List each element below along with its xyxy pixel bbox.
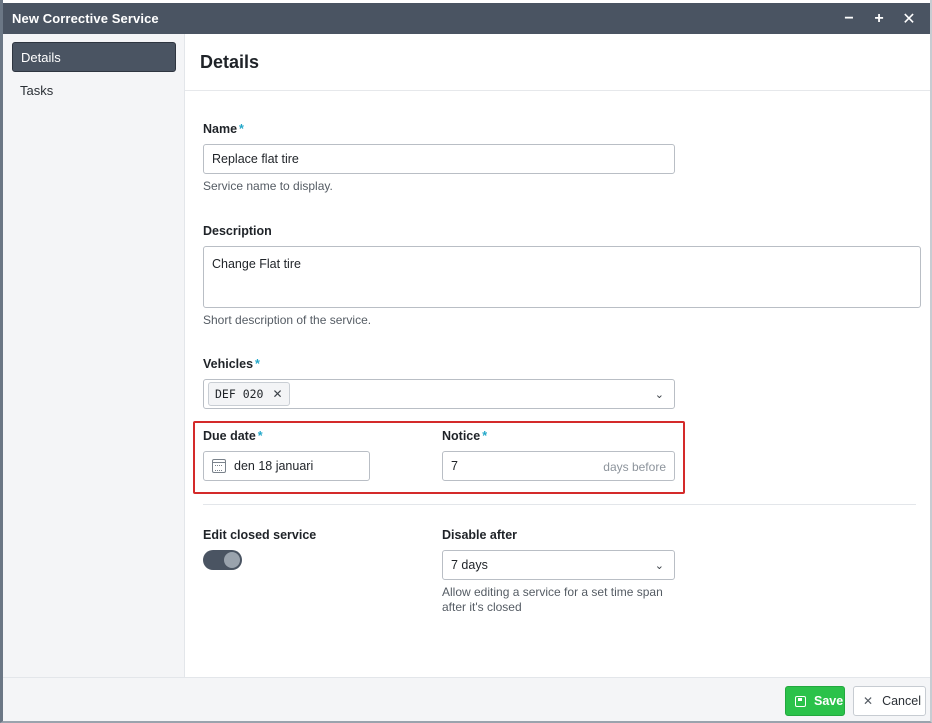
notice-value: 7: [451, 459, 458, 473]
required-marker: *: [239, 122, 244, 136]
page-title: Details: [200, 52, 260, 72]
title-bar[interactable]: New Corrective Service − + ✕: [3, 3, 930, 34]
main-header: Details: [185, 34, 930, 91]
save-label: Save: [814, 694, 844, 708]
vehicles-label-text: Vehicles: [203, 357, 254, 371]
vehicle-chip-label: DEF 020: [215, 387, 264, 401]
vehicles-label: Vehicles *: [203, 357, 260, 371]
name-label-text: Name: [203, 122, 238, 136]
cancel-button[interactable]: ✕ Cancel: [853, 686, 926, 716]
chevron-down-icon[interactable]: ⌄: [655, 388, 664, 401]
sidebar-item-details[interactable]: Details: [12, 42, 176, 72]
edit-closed-label: Edit closed service: [203, 528, 317, 542]
name-label: Name *: [203, 122, 244, 136]
vehicle-chip: DEF 020 ✕: [208, 382, 290, 406]
due-date-label-text: Due date: [203, 429, 256, 443]
due-date-value: den 18 januari: [234, 459, 314, 473]
notice-label: Notice *: [442, 429, 487, 443]
save-icon: [795, 695, 806, 707]
name-field[interactable]: Replace flat tire: [203, 144, 675, 174]
required-marker: *: [482, 429, 488, 443]
sidebar-item-tasks[interactable]: Tasks: [12, 75, 176, 105]
cancel-label: Cancel: [882, 694, 921, 708]
notice-field[interactable]: 7 days before: [442, 451, 675, 481]
due-date-field[interactable]: den 18 januari: [203, 451, 370, 481]
sidebar-item-label: Details: [21, 49, 61, 65]
toggle-knob: [224, 552, 240, 568]
calendar-icon: [212, 459, 226, 473]
edit-closed-toggle[interactable]: [203, 550, 242, 570]
name-value: Replace flat tire: [212, 152, 299, 166]
chip-remove-icon[interactable]: ✕: [272, 387, 282, 401]
close-icon: ✕: [863, 694, 874, 708]
required-marker: *: [257, 429, 263, 443]
minimize-button[interactable]: −: [834, 3, 864, 34]
due-date-label: Due date *: [203, 429, 263, 443]
description-field[interactable]: Change Flat tire: [203, 246, 921, 308]
main-panel: Details Name * Replace flat tire Service …: [185, 34, 930, 677]
required-marker: *: [255, 357, 260, 371]
section-divider: [203, 504, 916, 505]
window-title: New Corrective Service: [12, 11, 159, 26]
disable-after-select[interactable]: 7 days ⌄: [442, 550, 675, 580]
vehicles-select[interactable]: DEF 020 ✕ ⌄: [203, 379, 675, 409]
save-button[interactable]: Save: [785, 686, 845, 716]
dialog-window: New Corrective Service − + ✕ Details Tas…: [0, 0, 932, 723]
close-button[interactable]: ✕: [894, 3, 924, 34]
description-label: Description: [203, 224, 272, 238]
notice-suffix: days before: [603, 460, 666, 474]
disable-after-help-line1: Allow editing a service for a set time s…: [442, 585, 663, 599]
disable-after-value: 7 days: [451, 558, 488, 572]
description-help: Short description of the service.: [203, 313, 372, 327]
window-controls: − + ✕: [834, 3, 924, 34]
footer-bar: Save ✕ Cancel: [3, 677, 930, 721]
sidebar-item-label: Tasks: [20, 82, 54, 98]
sidebar: Details Tasks: [3, 34, 185, 677]
notice-label-text: Notice: [442, 429, 481, 443]
disable-after-help-line2: after it's closed: [442, 600, 522, 614]
maximize-button[interactable]: +: [864, 3, 894, 34]
name-help: Service name to display.: [203, 179, 333, 193]
disable-after-label: Disable after: [442, 528, 518, 542]
description-value: Change Flat tire: [212, 257, 301, 271]
chevron-down-icon[interactable]: ⌄: [655, 559, 664, 572]
